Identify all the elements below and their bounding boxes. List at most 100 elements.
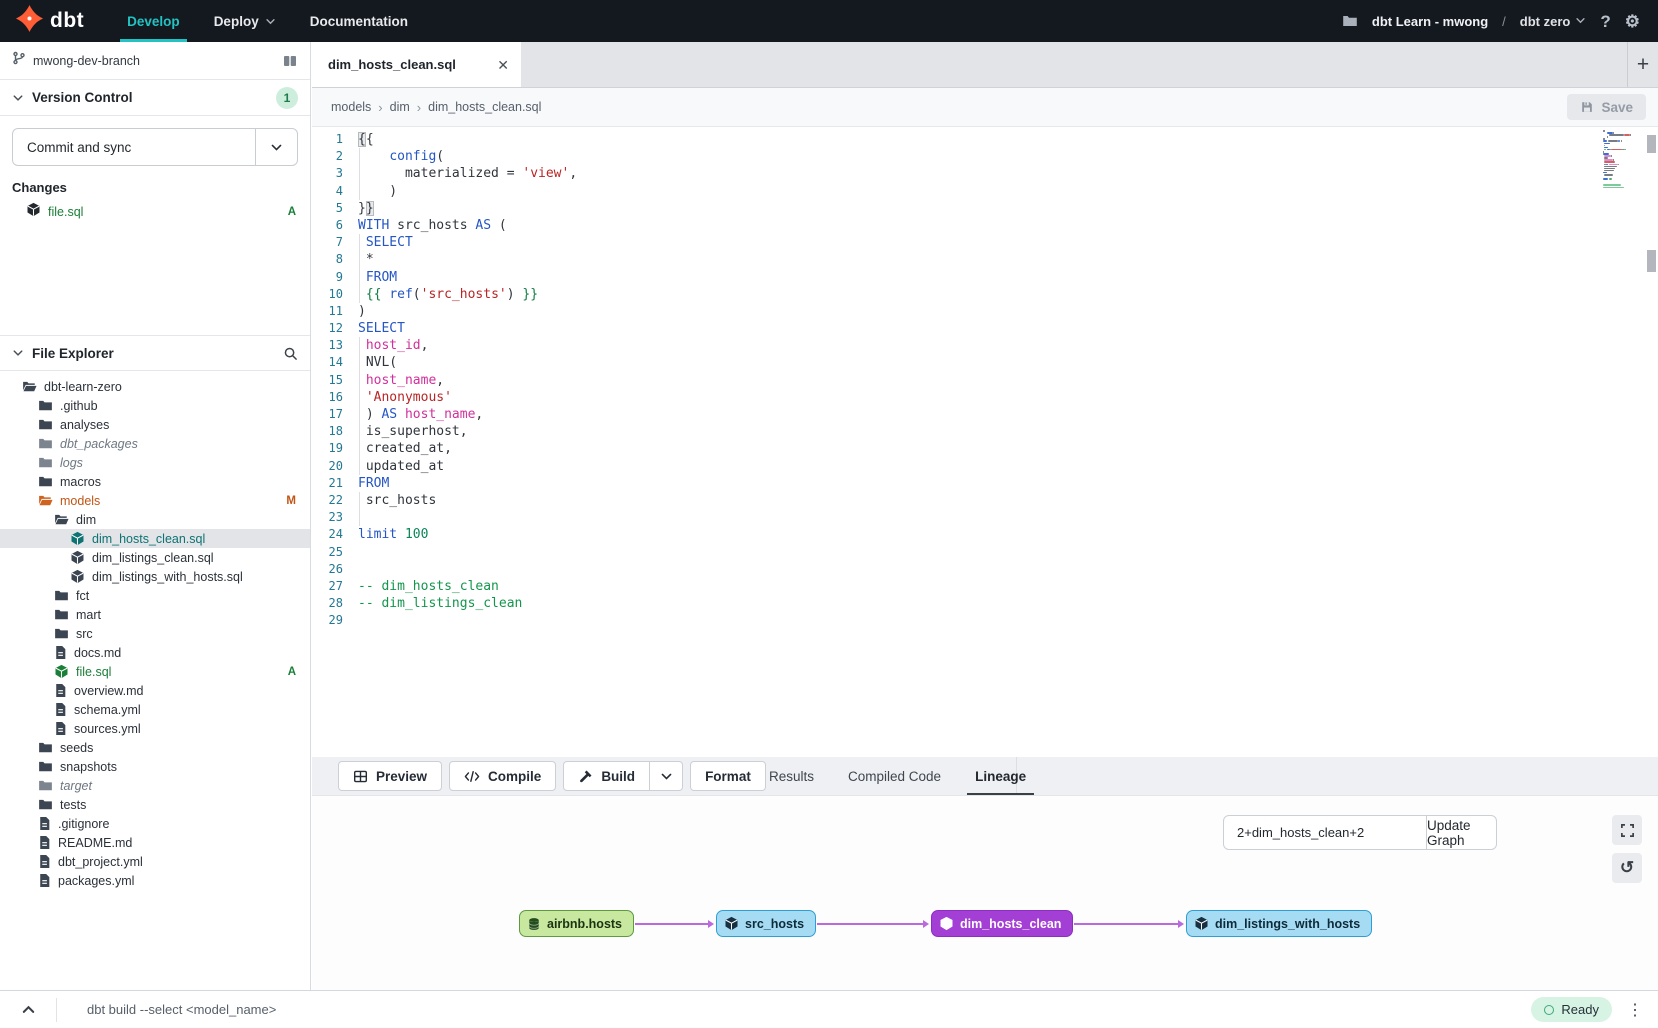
tree-item[interactable]: fct — [0, 586, 310, 605]
folder-icon — [54, 607, 69, 622]
tree-item[interactable]: docs.md — [0, 643, 310, 662]
lineage-graph[interactable]: airbnb.hosts src_hosts dim_hosts_clean dim_… — [312, 796, 1658, 990]
code-line-content: updated_at — [358, 458, 1598, 475]
tree-item[interactable]: mart — [0, 605, 310, 624]
line-number: 10 — [312, 286, 358, 303]
tree-item[interactable]: dbt_project.yml — [0, 852, 310, 871]
panel-tab-results[interactable]: Results — [767, 757, 816, 795]
git-status-badge: M — [286, 495, 296, 507]
code-line-content: host_id, — [358, 337, 1598, 354]
scrollbar-thumb[interactable] — [1647, 135, 1656, 153]
command-bar: dbt build --select <model_name> Ready ⋮ — [0, 990, 1658, 1028]
line-number: 24 — [312, 526, 358, 543]
build-options-caret[interactable] — [650, 761, 683, 791]
code-line: 15 host_name, — [312, 372, 1598, 389]
code-line-content: materialized = 'view', — [358, 165, 1598, 182]
code-line: 29 — [312, 612, 1598, 629]
tree-item-label: schema.yml — [74, 703, 141, 717]
tree-item[interactable]: README.md — [0, 833, 310, 852]
tree-item[interactable]: snapshots — [0, 757, 310, 776]
lineage-node[interactable]: dim_hosts_clean — [931, 910, 1073, 937]
format-button[interactable]: Format — [690, 761, 766, 791]
tree-item[interactable]: dim — [0, 510, 310, 529]
tree-item[interactable]: .gitignore — [0, 814, 310, 833]
tree-item[interactable]: dbt-learn-zero — [0, 377, 310, 396]
project-switcher[interactable]: dbt zero — [1520, 14, 1587, 29]
tree-item[interactable]: dim_listings_clean.sql — [0, 548, 310, 567]
breadcrumb-item[interactable]: dim — [390, 100, 410, 114]
dbt-logo[interactable]: dbt — [0, 0, 110, 42]
gear-icon[interactable]: ⚙ — [1625, 13, 1640, 30]
commit-and-sync-button[interactable]: Commit and sync — [13, 129, 255, 165]
lineage-node[interactable]: dim_listings_with_hosts — [1186, 910, 1372, 937]
nav-item-develop[interactable]: Develop — [110, 0, 197, 42]
file-explorer-header[interactable]: File Explorer — [0, 335, 310, 371]
breadcrumb-item[interactable]: dim_hosts_clean.sql — [428, 100, 541, 114]
panel-tab-compiled-code[interactable]: Compiled Code — [846, 757, 943, 795]
tree-item[interactable]: macros — [0, 472, 310, 491]
panel-tab-lineage[interactable]: Lineage — [973, 757, 1028, 795]
tree-item-label: mart — [76, 608, 101, 622]
tree-item[interactable]: .github — [0, 396, 310, 415]
search-icon[interactable] — [283, 346, 298, 361]
editor-scrollbar[interactable] — [1645, 127, 1658, 757]
lineage-node[interactable]: airbnb.hosts — [519, 910, 634, 937]
save-button[interactable]: Save — [1567, 94, 1646, 120]
new-tab-button[interactable]: + — [1627, 42, 1658, 87]
minimap[interactable] — [1603, 130, 1641, 191]
tree-item-label: dbt_project.yml — [58, 855, 143, 869]
breadcrumb-separator-icon: › — [417, 100, 421, 115]
dbt-cloud-ide: dbt DevelopDeployDocumentation dbt Learn… — [0, 0, 1658, 1028]
line-number: 11 — [312, 303, 358, 320]
brand-name: dbt — [50, 9, 84, 33]
version-control-header[interactable]: Version Control 1 — [0, 80, 310, 116]
top-navbar: dbt DevelopDeployDocumentation dbt Learn… — [0, 0, 1658, 42]
tree-item[interactable]: dim_listings_with_hosts.sql — [0, 567, 310, 586]
close-icon[interactable]: ✕ — [497, 58, 509, 72]
docs-panel-icon[interactable] — [282, 53, 298, 69]
commit-options-caret[interactable] — [255, 129, 297, 165]
account-name[interactable]: dbt Learn - mwong — [1372, 14, 1488, 29]
tree-item-label: src — [76, 627, 93, 641]
file-icon — [54, 721, 67, 736]
tree-item[interactable]: src — [0, 624, 310, 643]
tree-item-label: fct — [76, 589, 89, 603]
tree-item[interactable]: target — [0, 776, 310, 795]
help-icon[interactable]: ? — [1600, 13, 1610, 30]
chevron-up-icon[interactable] — [0, 1002, 56, 1017]
tree-item[interactable]: packages.yml — [0, 871, 310, 890]
editor-tab[interactable]: dim_hosts_clean.sql ✕ — [312, 42, 521, 87]
tree-item[interactable]: modelsM — [0, 491, 310, 510]
tree-item[interactable]: logs — [0, 453, 310, 472]
editor-tabbar: dim_hosts_clean.sql ✕ + — [312, 42, 1658, 88]
tree-item-label: target — [60, 779, 92, 793]
nav-item-deploy[interactable]: Deploy — [197, 0, 293, 42]
model-cube-icon — [724, 916, 739, 931]
build-button[interactable]: Build — [563, 761, 650, 791]
tree-item[interactable]: file.sqlA — [0, 662, 310, 681]
action-buttons: Preview Compile Build — [312, 761, 766, 791]
lineage-node[interactable]: src_hosts — [716, 910, 816, 937]
code-editor[interactable]: 1{{2 config(3 materialized = 'view',4 )5… — [312, 127, 1658, 757]
tree-item[interactable]: tests — [0, 795, 310, 814]
nav-item-documentation[interactable]: Documentation — [293, 0, 425, 42]
database-icon — [527, 917, 541, 931]
preview-button[interactable]: Preview — [338, 761, 442, 791]
code-line: 20 updated_at — [312, 458, 1598, 475]
breadcrumb-item[interactable]: models — [331, 100, 371, 114]
tree-item[interactable]: overview.md — [0, 681, 310, 700]
changed-file-item[interactable]: file.sqlA — [0, 201, 310, 223]
tree-item[interactable]: analyses — [0, 415, 310, 434]
line-number: 18 — [312, 423, 358, 440]
command-input[interactable]: dbt build --select <model_name> — [57, 1002, 276, 1017]
chevron-down-icon — [1575, 14, 1586, 29]
tree-item[interactable]: seeds — [0, 738, 310, 757]
tree-item[interactable]: dim_hosts_clean.sql — [0, 529, 310, 548]
kebab-menu-icon[interactable]: ⋮ — [1612, 1000, 1658, 1020]
compile-button[interactable]: Compile — [449, 761, 556, 791]
tree-item[interactable]: sources.yml — [0, 719, 310, 738]
tree-item-label: .github — [60, 399, 98, 413]
tree-item[interactable]: dbt_packages — [0, 434, 310, 453]
model-file-icon — [70, 531, 85, 546]
tree-item[interactable]: schema.yml — [0, 700, 310, 719]
